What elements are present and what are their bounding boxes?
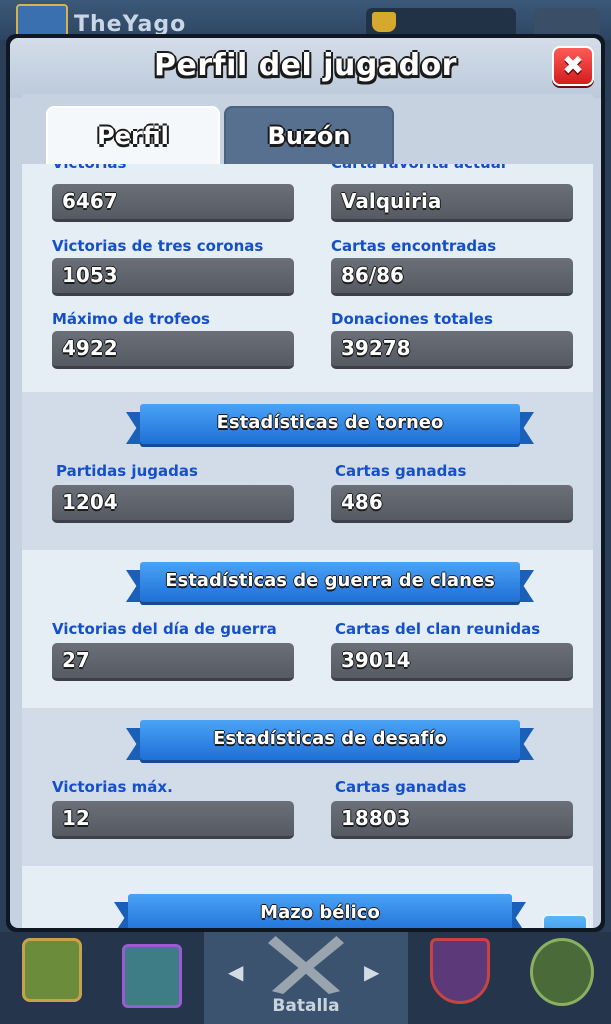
stat-value-max-trophies: 4922 xyxy=(52,331,294,369)
stat-label-max-wins: Victorias máx. xyxy=(52,778,173,796)
nav-shop[interactable] xyxy=(0,932,104,1024)
modal-content: Perfil Buzón Victorias 6467 Carta favori… xyxy=(22,94,593,928)
stat-value-total-donations: 39278 xyxy=(331,331,573,369)
arrow-right-icon[interactable]: ▶ xyxy=(364,960,379,984)
arrow-down-right-icon: ↘ xyxy=(544,920,586,928)
close-icon: ✖ xyxy=(562,51,584,81)
close-button[interactable]: ✖ xyxy=(552,46,594,86)
player-profile-modal: Perfil del jugador ✖ Perfil Buzón Victor… xyxy=(6,34,605,932)
challenge-stats-section: Estadísticas de desafío Victorias máx. 1… xyxy=(22,708,593,866)
stat-label-favorite-card: Carta favorita actual xyxy=(331,164,506,172)
trophy-icon xyxy=(372,12,396,32)
stat-label-challenge-cards-won: Cartas ganadas xyxy=(335,778,467,796)
section-ribbon: Estadísticas de desafío xyxy=(126,720,534,760)
profile-scroll-area[interactable]: Victorias 6467 Carta favorita actual Val… xyxy=(22,164,593,928)
stat-label-three-crown-wins: Victorias de tres coronas xyxy=(52,237,264,255)
nav-tournaments[interactable] xyxy=(512,932,611,1024)
war-deck-title: Mazo bélico xyxy=(260,902,380,923)
stat-label-total-donations: Donaciones totales xyxy=(331,310,493,328)
stat-value-challenge-cards-won: 18803 xyxy=(331,801,573,839)
section-title: Estadísticas de guerra de clanes xyxy=(165,570,495,591)
tab-label: Buzón xyxy=(267,122,351,150)
stat-value-three-crown-wins: 1053 xyxy=(52,258,294,296)
arrow-left-icon[interactable]: ◀ xyxy=(228,960,243,984)
stat-label-cards-won: Cartas ganadas xyxy=(335,462,467,480)
clan-war-stats-section: Estadísticas de guerra de clanes Victori… xyxy=(22,550,593,708)
section-ribbon: Estadísticas de guerra de clanes xyxy=(126,562,534,602)
stat-value-favorite-card: Valquiria xyxy=(331,184,573,222)
nav-battle[interactable]: ◀ ▶ Batalla xyxy=(204,932,408,1024)
stat-label-wins: Victorias xyxy=(52,164,126,172)
modal-title: Perfil del jugador xyxy=(154,48,457,83)
stat-value-cards-found: 86/86 xyxy=(331,258,573,296)
chest-icon xyxy=(22,938,82,1002)
stat-label-war-day-wins: Victorias del día de guerra xyxy=(52,620,277,638)
clan-shield-icon xyxy=(430,938,490,1004)
stat-value-max-wins: 12 xyxy=(52,801,294,839)
tab-bar: Perfil Buzón xyxy=(22,94,593,164)
tab-label: Perfil xyxy=(97,122,169,150)
nav-battle-label: Batalla xyxy=(272,996,340,1016)
laurel-sword-icon xyxy=(530,938,594,1006)
nav-cards[interactable] xyxy=(104,932,204,1024)
stat-value-war-day-wins: 27 xyxy=(52,643,294,681)
section-title: Estadísticas de torneo xyxy=(216,412,444,433)
section-title: Estadísticas de desafío xyxy=(213,728,447,749)
stat-label-cards-found: Cartas encontradas xyxy=(331,237,497,255)
tab-perfil[interactable]: Perfil xyxy=(46,106,220,164)
tab-buzon[interactable]: Buzón xyxy=(224,106,394,164)
bottom-nav: ◀ ▶ Batalla xyxy=(0,932,611,1024)
stat-label-max-trophies: Máximo de trofeos xyxy=(52,310,210,328)
section-ribbon: Estadísticas de torneo xyxy=(126,404,534,444)
stat-value-cards-won: 486 xyxy=(331,485,573,523)
stat-label-clan-cards-collected: Cartas del clan reunidas xyxy=(335,620,541,638)
stat-value-wins: 6467 xyxy=(52,184,294,222)
war-deck-expand-button[interactable]: ↘ xyxy=(542,914,588,928)
tournament-stats-section: Estadísticas de torneo Partidas jugadas … xyxy=(22,392,593,550)
war-deck-ribbon: Mazo bélico xyxy=(114,894,526,928)
crossed-swords-icon xyxy=(268,936,344,994)
nav-clan[interactable] xyxy=(408,932,512,1024)
stat-label-games-played: Partidas jugadas xyxy=(56,462,198,480)
stat-value-games-played: 1204 xyxy=(52,485,294,523)
stat-value-clan-cards-collected: 39014 xyxy=(331,643,573,681)
cards-icon xyxy=(122,944,182,1008)
modal-header: Perfil del jugador ✖ xyxy=(10,38,601,98)
